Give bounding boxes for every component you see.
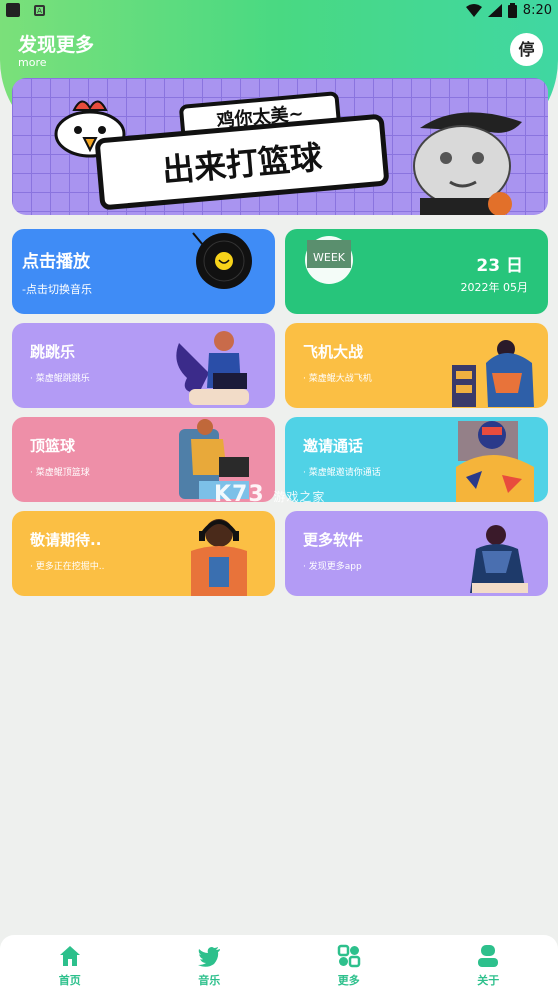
coming-soon-card[interactable]: 敬请期待.. · 更多正在挖掘中.. [12, 511, 275, 596]
nav-item-about[interactable]: 关于 [419, 935, 558, 997]
notification-icon [6, 3, 20, 17]
vinyl-record-icon[interactable] [169, 229, 269, 314]
wait-card-title: 敬请期待.. [30, 531, 102, 549]
battery-icon [507, 2, 517, 18]
plane-card-subtitle: · 菜虚鲲大战飞机 [303, 374, 372, 384]
bottom-navigation: 首页 音乐 更多 关于 [0, 935, 558, 997]
wait-card-subtitle: · 更多正在挖掘中.. [30, 562, 105, 572]
more-card-subtitle: · 发现更多app [303, 562, 362, 572]
calendar-icon: WEEK [305, 236, 353, 284]
more-apps-card[interactable]: 更多软件 · 发现更多app [285, 511, 548, 596]
week-day: 23 日 [476, 256, 523, 276]
plane-game-card[interactable]: 飞机大战 · 菜虚鲲大战飞机 [285, 323, 548, 408]
nav-label-music: 音乐 [198, 974, 221, 987]
page-title: 发现更多 [18, 34, 95, 56]
jump-card-subtitle: · 菜虚鲲跳跳乐 [30, 374, 90, 384]
user-icon [478, 945, 499, 967]
nav-label-more: 更多 [337, 974, 360, 987]
apps-icon [337, 944, 360, 968]
signal-icon [487, 3, 502, 17]
call-card-subtitle: · 菜虚鲲邀请你通话 [303, 468, 381, 478]
more-card-title: 更多软件 [303, 531, 364, 549]
nav-label-about: 关于 [477, 974, 500, 987]
hoop-card-title: 顶篮球 [30, 437, 76, 455]
watermark-brand: K73 [214, 482, 265, 507]
bird-icon [198, 947, 221, 967]
banner-image[interactable]: 鸡你太美~ 出来打篮球 [12, 78, 548, 215]
person-reading-illustration [470, 525, 528, 593]
wifi-icon [465, 3, 482, 17]
jump-game-card[interactable]: 跳跳乐 · 菜虚鲲跳跳乐 [12, 323, 275, 408]
page-subtitle: more [18, 56, 47, 69]
meme-face-image [413, 112, 522, 215]
play-card-title: 点击播放 [22, 252, 90, 272]
date-card: WEEK 23 日 2022年 05月 [285, 229, 548, 314]
person-hat-illustration [456, 421, 534, 502]
nav-label-home: 首页 [58, 974, 81, 987]
watermark-tail: 游戏之家 [273, 490, 326, 504]
person-laptop-illustration [176, 331, 249, 405]
week-month: 2022年 05月 [460, 281, 529, 294]
hoop-card-subtitle: · 菜虚鲲顶篮球 [30, 468, 90, 478]
nav-item-music[interactable]: 音乐 [140, 935, 280, 997]
play-card-subtitle: -点击切换音乐 [22, 283, 92, 296]
person-headphones-illustration [191, 519, 247, 596]
app-notification-icon: A [34, 4, 45, 16]
person-sitting-illustration [452, 340, 534, 407]
stop-music-button[interactable]: 停 [510, 33, 543, 66]
plane-card-title: 飞机大战 [303, 343, 364, 361]
banner-main-sign: 出来打篮球 [94, 113, 390, 211]
status-time: 8:20 [522, 2, 552, 18]
status-bar: A 8:20 [0, 0, 558, 20]
home-icon [59, 946, 80, 966]
jump-card-title: 跳跳乐 [30, 343, 76, 361]
nav-item-more[interactable]: 更多 [279, 935, 419, 997]
call-card-title: 邀请通话 [303, 437, 364, 455]
watermark: K73 游戏之家 [214, 482, 325, 507]
nav-item-home[interactable]: 首页 [0, 935, 140, 997]
play-music-card[interactable]: 点击播放 -点击切换音乐 [12, 229, 275, 314]
week-badge-text: WEEK [313, 251, 346, 264]
